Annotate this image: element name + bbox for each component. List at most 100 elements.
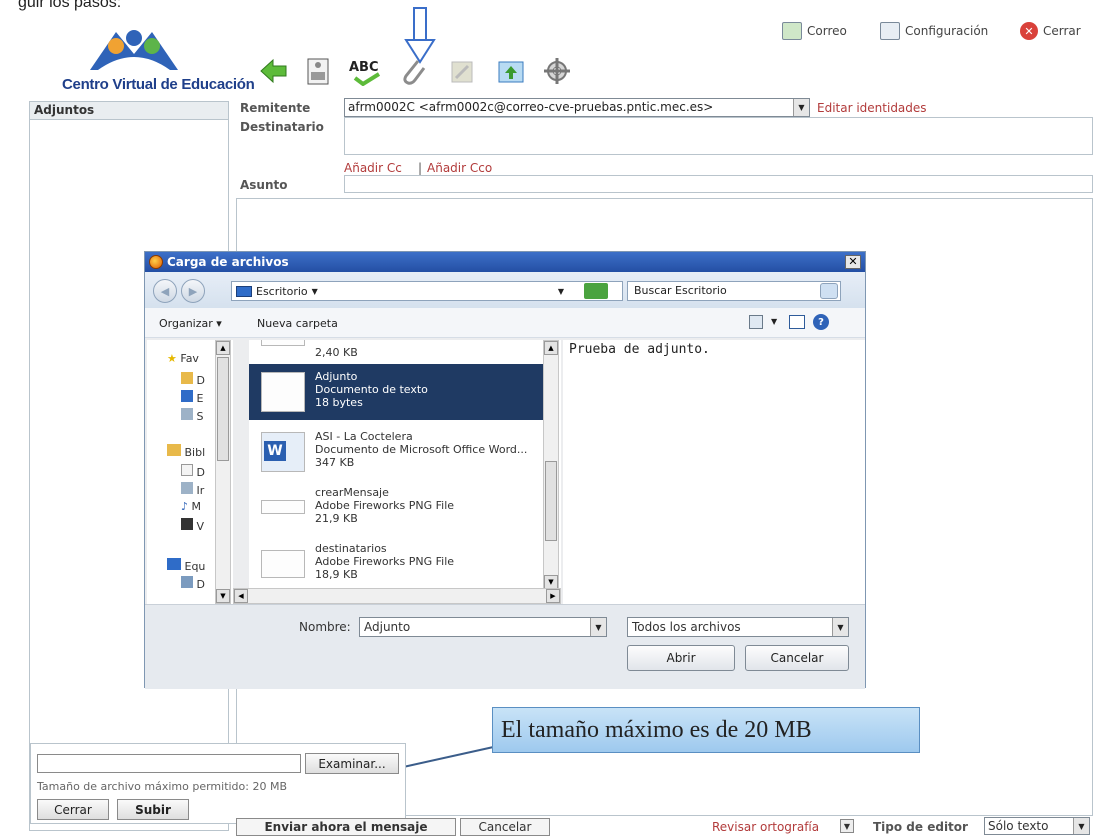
sender-select[interactable]: afrm0002C <afrm0002c@correo-cve-pruebas.… [344,98,810,117]
scroll-right-icon[interactable]: ▶ [546,589,560,603]
chevron-down-icon[interactable]: ▼ [840,819,854,833]
contacts-icon[interactable] [448,56,478,86]
sender-label: Remitente [240,101,311,115]
file-item-selected[interactable]: Adjunto Documento de texto 18 bytes [249,364,545,420]
firefox-icon [149,255,163,269]
search-placeholder: Buscar Escritorio [634,284,727,297]
upload-button[interactable]: Subir [117,799,189,820]
settings-link[interactable]: Configuración [880,20,988,42]
file-item[interactable]: crearMensaje Adobe Fireworks PNG File 21… [249,480,545,536]
chevron-down-icon[interactable]: ▼ [590,618,606,636]
file-icon [261,340,305,346]
editor-type-select[interactable]: Sólo texto ▼ [984,817,1090,835]
nav-item-label: D [196,374,205,387]
scroll-left-icon[interactable]: ◀ [234,589,248,603]
cancel-message-button[interactable]: Cancelar [460,818,550,836]
forward-icon[interactable]: ▶ [181,279,205,303]
scroll-down-icon[interactable]: ▼ [216,589,230,603]
print-icon[interactable] [303,56,333,86]
nav-item[interactable]: D [181,576,205,591]
sender-value: afrm0002C <afrm0002c@correo-cve-pruebas.… [348,100,714,114]
close-button[interactable]: Cerrar [37,799,109,820]
organize-menu[interactable]: Organizar ▾ [159,317,222,330]
dialog-title: Carga de archivos [167,255,289,269]
scroll-thumb[interactable] [545,461,557,541]
file-details: ASI - La Coctelera Documento de Microsof… [315,430,527,469]
chevron-down-icon[interactable]: ▼ [832,618,848,636]
scroll-thumb[interactable] [217,357,229,461]
chevron-down-icon[interactable]: ▼ [558,287,564,296]
search-icon[interactable] [820,283,838,299]
preview-pane: Prueba de adjunto. [563,340,865,604]
clipped-heading: guir los pasos: [18,0,122,11]
back-arrow-icon[interactable] [258,56,288,86]
chevron-down-icon[interactable]: ▼ [771,317,777,326]
nav-scrollbar[interactable]: ▲ ▼ [215,340,231,604]
scroll-up-icon[interactable]: ▲ [216,341,230,355]
nav-item[interactable]: D [181,372,205,387]
nav-libraries[interactable]: Bibl [167,444,205,459]
back-icon[interactable]: ◀ [153,279,177,303]
edit-identities-link[interactable]: Editar identidades [817,101,927,115]
new-folder-button[interactable]: Nueva carpeta [257,317,338,330]
nav-favorites[interactable]: ★ Fav [167,352,199,365]
help-icon[interactable]: ? [813,314,829,330]
nav-item[interactable]: Ir [181,482,204,497]
horizontal-scrollbar[interactable]: ◀ ▶ [233,588,561,604]
search-input[interactable]: Buscar Escritorio [627,281,841,301]
spellcheck-link[interactable]: Revisar ortografía [712,820,819,834]
scroll-down-icon[interactable]: ▼ [544,575,558,589]
nav-item-label: M [191,500,202,513]
nav-item[interactable]: E [181,390,203,405]
browse-button[interactable]: Examinar... [305,753,399,774]
logout-link[interactable]: ✕ Cerrar [1020,20,1081,42]
settings-icon [880,22,900,40]
dialog-command-bar: Organizar ▾ Nueva carpeta ▼ ? [145,308,865,338]
view-options-icon[interactable] [749,315,763,329]
file-type-filter[interactable]: Todos los archivos ▼ [627,617,849,637]
file-item[interactable]: 2,40 KB [249,340,545,366]
images-icon [181,482,193,494]
mail-link[interactable]: Correo [782,20,847,42]
file-name: Adjunto [315,370,358,383]
file-item[interactable]: W ASI - La Coctelera Documento de Micros… [249,424,545,480]
library-icon [167,444,181,456]
dialog-navbar: ◀ ▶ Escritorio ▼ ▼ Buscar Escritorio [145,272,865,308]
recipient-field[interactable] [344,117,1093,155]
nav-item[interactable]: ♪ M [181,500,201,513]
nav-item-label: S [196,410,204,423]
file-path-input[interactable] [37,754,301,773]
save-draft-icon[interactable] [496,56,526,86]
preview-pane-icon[interactable] [789,315,805,329]
nav-libraries-label: Bibl [184,446,206,459]
text-document-icon [261,372,305,412]
nav-item[interactable]: D [181,464,205,479]
address-bar[interactable]: Escritorio ▼ ▼ [231,281,623,301]
spellcheck-icon[interactable]: ABC [349,60,381,90]
video-icon [181,518,193,530]
filename-input[interactable]: Adjunto ▼ [359,617,607,637]
chevron-down-icon[interactable]: ▼ [1073,818,1089,834]
refresh-icon[interactable] [584,283,608,299]
nav-item-label: E [196,392,204,405]
close-icon[interactable]: ✕ [845,255,861,269]
file-details: destinatarios Adobe Fireworks PNG File 1… [315,542,454,581]
chevron-down-icon[interactable]: ▼ [793,99,809,116]
recipient-label: Destinatario [240,120,324,134]
settings-gear-icon[interactable] [542,56,572,86]
scroll-up-icon[interactable]: ▲ [544,341,558,355]
file-item[interactable]: destinatarios Adobe Fireworks PNG File 1… [249,536,545,592]
add-cc-link[interactable]: Añadir Cc [344,161,402,175]
attach-paperclip-icon[interactable] [398,56,428,86]
add-bcc-link[interactable]: Añadir Cco [427,161,492,175]
address-location: Escritorio [256,284,308,298]
nav-item[interactable]: V [181,518,204,533]
open-button[interactable]: Abrir [627,645,735,671]
file-list-scrollbar[interactable]: ▲ ▼ [543,340,559,590]
send-now-button[interactable]: Enviar ahora el mensaje [236,818,456,836]
nav-computer[interactable]: Equ [167,558,205,573]
link-separator: | [418,161,423,175]
subject-field[interactable] [344,175,1093,193]
nav-item[interactable]: S [181,408,203,423]
cancel-button[interactable]: Cancelar [745,645,849,671]
